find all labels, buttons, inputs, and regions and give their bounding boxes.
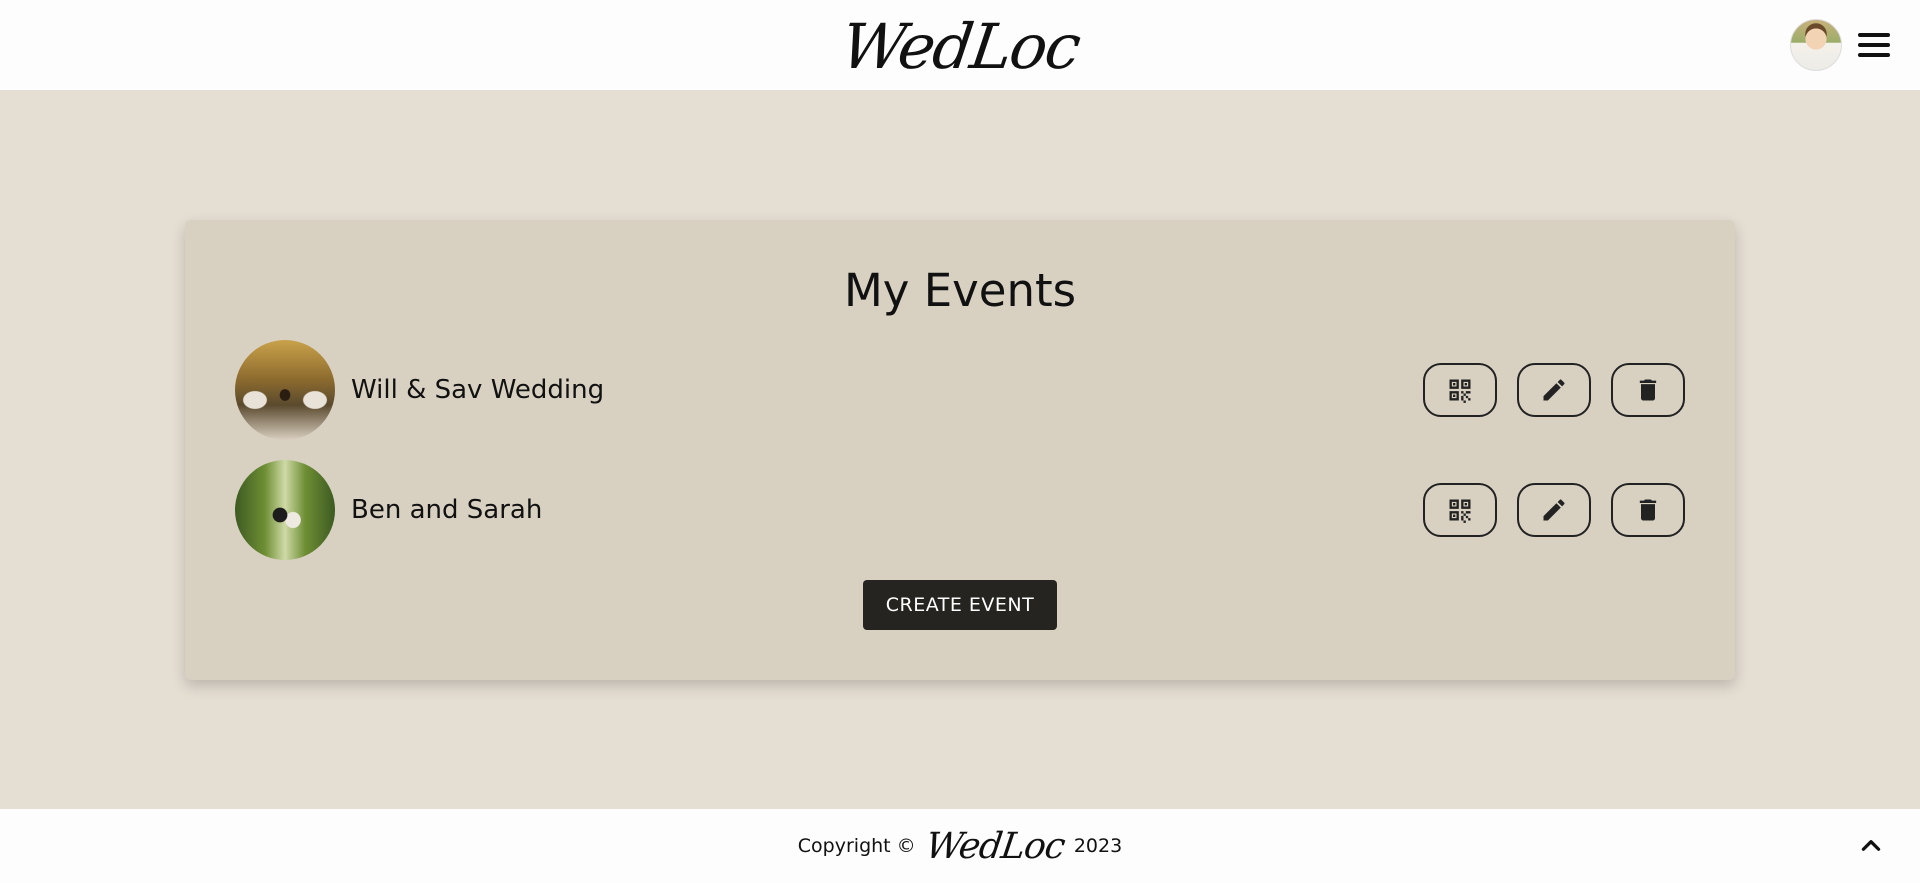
- qr-code-icon: [1449, 379, 1471, 403]
- chevron-up-icon[interactable]: [1858, 833, 1884, 859]
- events-card: My Events Will & Sav Wedding Ben and Sar…: [185, 220, 1735, 680]
- event-thumbnail: [235, 460, 335, 560]
- qr-code-icon: [1449, 499, 1471, 523]
- site-footer: Copyright © WedLoc 2023: [0, 809, 1920, 883]
- trash-icon: [1639, 499, 1657, 521]
- event-actions: [1423, 363, 1685, 417]
- page-title: My Events: [843, 264, 1077, 317]
- event-row: Ben and Sarah: [235, 460, 1685, 560]
- copyright-year: 2023: [1073, 835, 1123, 857]
- hamburger-menu-icon[interactable]: [1858, 33, 1890, 57]
- site-header: WedLoc: [0, 0, 1920, 90]
- event-actions: [1423, 483, 1685, 537]
- event-thumbnail: [235, 340, 335, 440]
- event-name[interactable]: Will & Sav Wedding: [351, 375, 604, 405]
- delete-event-button[interactable]: [1611, 363, 1685, 417]
- hamburger-line: [1858, 53, 1890, 57]
- event-row: Will & Sav Wedding: [235, 340, 1685, 440]
- footer-logo: WedLoc: [922, 825, 1067, 867]
- pencil-icon: [1543, 379, 1565, 401]
- hamburger-line: [1858, 33, 1890, 37]
- qr-code-button[interactable]: [1423, 363, 1497, 417]
- user-avatar[interactable]: [1790, 19, 1842, 71]
- trash-icon: [1639, 379, 1657, 401]
- copyright-text: Copyright ©: [797, 835, 916, 857]
- delete-event-button[interactable]: [1611, 483, 1685, 537]
- create-event-button[interactable]: CREATE EVENT: [863, 580, 1057, 630]
- pencil-icon: [1543, 499, 1565, 521]
- qr-code-button[interactable]: [1423, 483, 1497, 537]
- site-logo[interactable]: WedLoc: [837, 10, 1084, 83]
- event-name[interactable]: Ben and Sarah: [351, 495, 542, 525]
- hamburger-line: [1858, 43, 1890, 47]
- edit-event-button[interactable]: [1517, 363, 1591, 417]
- header-right: [1790, 0, 1890, 90]
- edit-event-button[interactable]: [1517, 483, 1591, 537]
